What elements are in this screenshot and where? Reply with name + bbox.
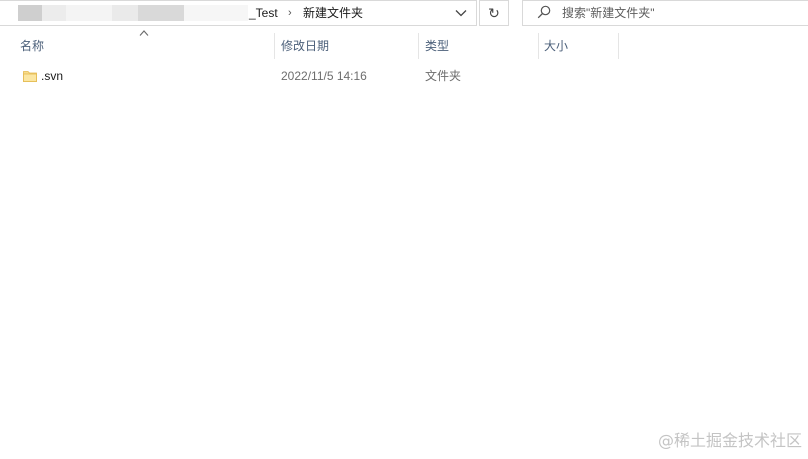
- file-modified-date: 2022/11/5 14:16: [281, 69, 367, 83]
- file-explorer-window: _Test › 新建文件夹 ↻ 搜索"新建文件夹" 名称 修改日期 类型 大小 …: [0, 0, 808, 459]
- file-name: .svn: [41, 69, 64, 83]
- breadcrumb-current-folder[interactable]: 新建文件夹: [303, 4, 363, 22]
- refresh-button[interactable]: ↻: [479, 0, 509, 26]
- blurred-breadcrumb: [184, 5, 248, 21]
- column-divider[interactable]: [618, 33, 619, 59]
- search-icon: [537, 5, 551, 19]
- blurred-breadcrumb: [18, 5, 42, 21]
- file-type: 文件夹: [425, 69, 462, 83]
- column-header-name[interactable]: 名称: [20, 33, 44, 59]
- search-placeholder: 搜索"新建文件夹": [562, 6, 655, 20]
- breadcrumb-parent-folder[interactable]: _Test: [249, 4, 278, 22]
- address-row: _Test › 新建文件夹 ↻ 搜索"新建文件夹": [0, 0, 808, 26]
- watermark: @稀土掘金技术社区: [657, 431, 802, 450]
- blurred-breadcrumb: [138, 5, 184, 21]
- blurred-breadcrumb: [66, 5, 112, 21]
- breadcrumb-separator[interactable]: ›: [288, 4, 292, 22]
- address-history-dropdown[interactable]: [452, 5, 470, 21]
- column-divider[interactable]: [538, 33, 539, 59]
- column-header-row: 名称 修改日期 类型 大小: [0, 33, 808, 59]
- refresh-icon: ↻: [488, 4, 500, 21]
- column-divider[interactable]: [418, 33, 419, 59]
- chevron-down-icon: [455, 10, 467, 17]
- blurred-breadcrumb: [42, 5, 66, 21]
- search-input[interactable]: 搜索"新建文件夹": [522, 0, 808, 26]
- address-bar[interactable]: _Test › 新建文件夹: [0, 0, 477, 26]
- column-header-size[interactable]: 大小: [544, 33, 568, 59]
- column-header-type[interactable]: 类型: [425, 33, 449, 59]
- blurred-breadcrumb: [112, 5, 138, 21]
- column-header-date[interactable]: 修改日期: [281, 33, 329, 59]
- file-list-item[interactable]: .svn 2022/11/5 14:16 文件夹: [0, 66, 620, 86]
- column-divider[interactable]: [274, 33, 275, 59]
- folder-icon: [23, 71, 37, 82]
